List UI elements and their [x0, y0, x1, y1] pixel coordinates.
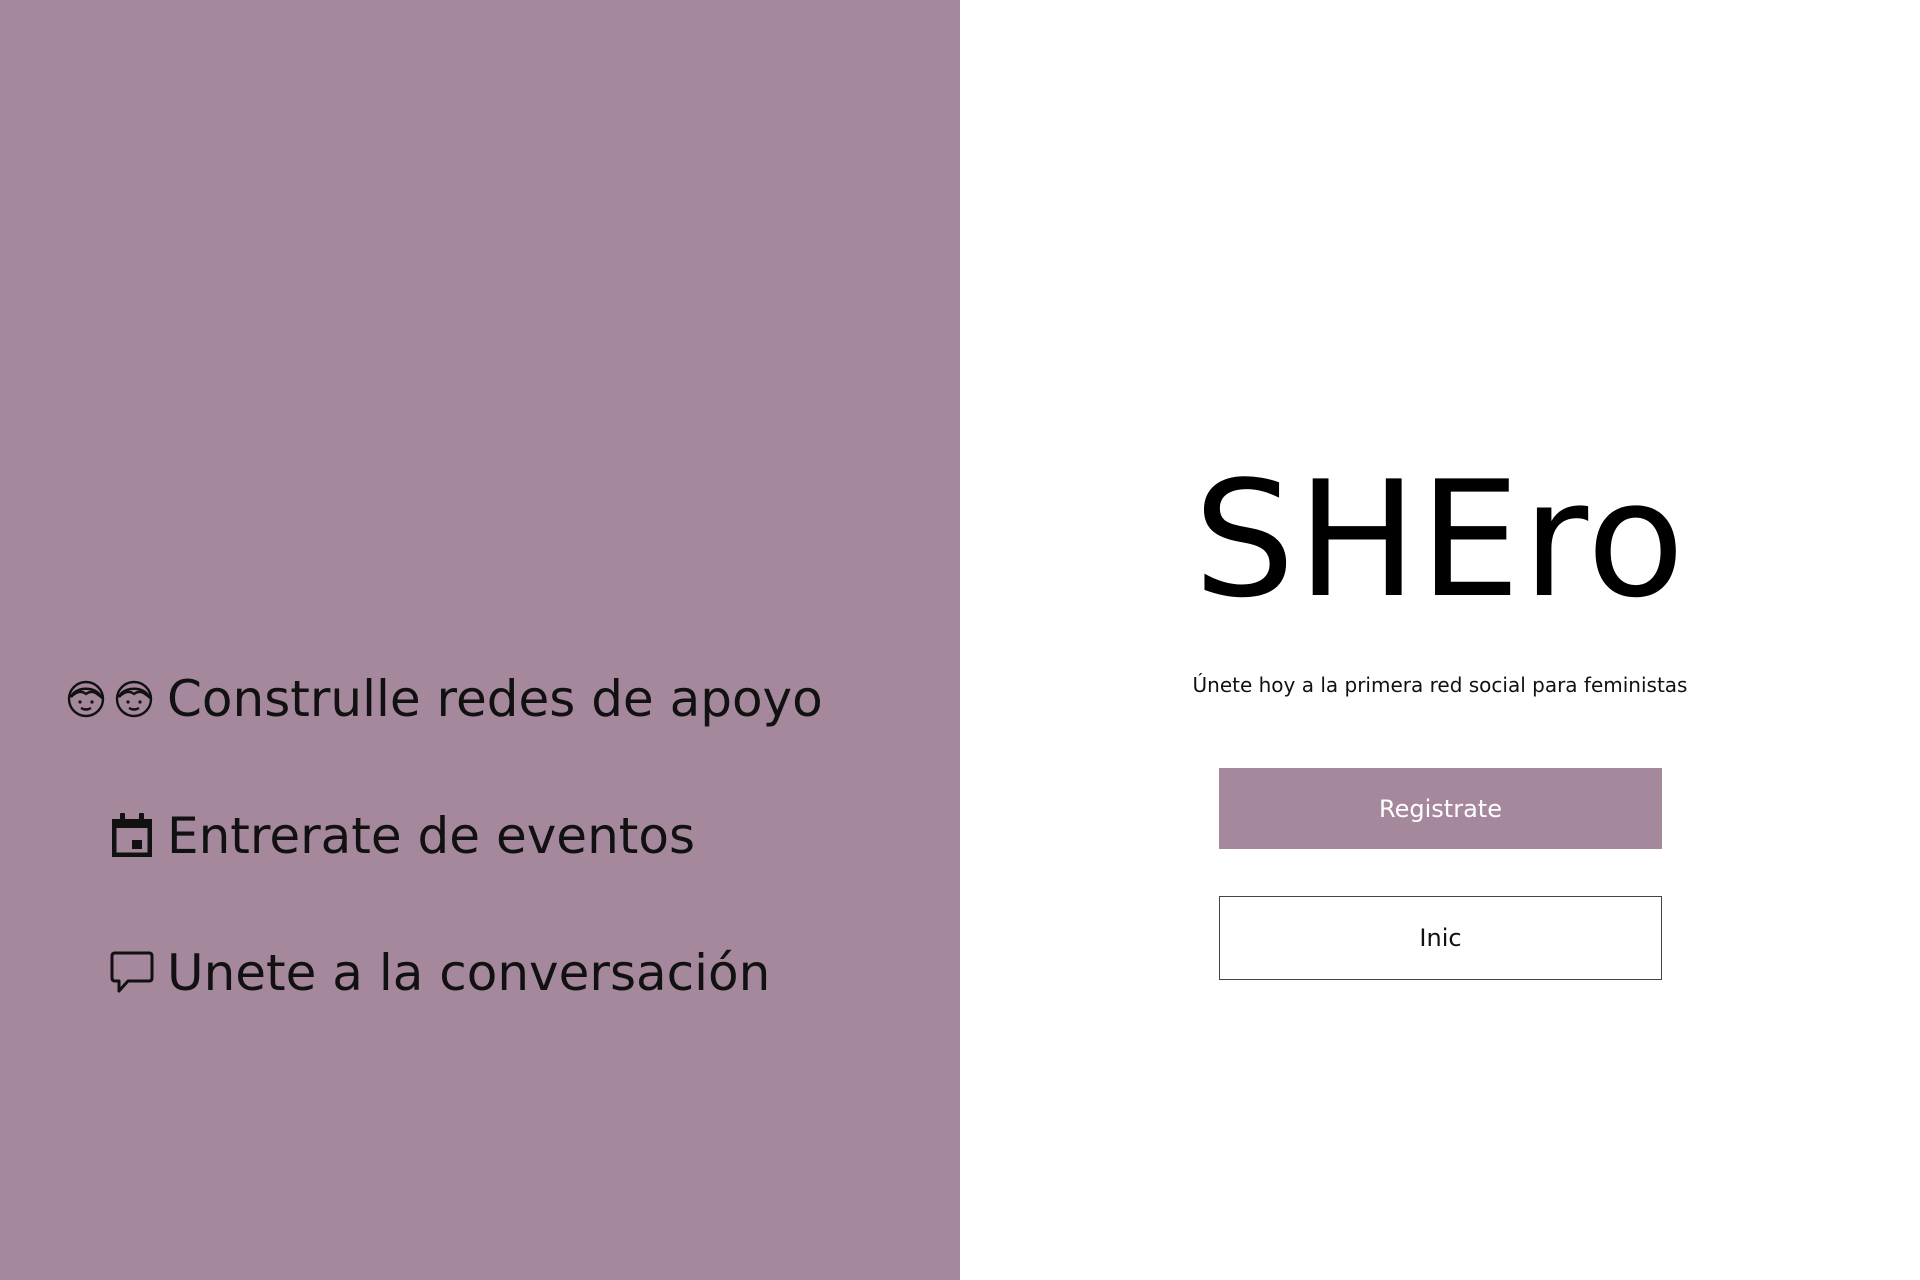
- signup-panel: SHEro Únete hoy a la primera red social …: [960, 0, 1920, 1280]
- landing-page: Construlle redes de apoyo Entrerate de e…: [0, 0, 1920, 1280]
- tagline: Únete hoy a la primera red social para f…: [1192, 673, 1688, 697]
- feature-label: Unete a la conversación: [167, 944, 771, 1002]
- face-icon: [115, 680, 153, 718]
- feature-item-events: Entrerate de eventos: [55, 801, 823, 871]
- register-button[interactable]: Registrate: [1219, 768, 1662, 849]
- brand-logo-text: SHEro: [1193, 446, 1687, 633]
- features-panel: Construlle redes de apoyo Entrerate de e…: [0, 0, 960, 1280]
- face-icon: [67, 680, 105, 718]
- feature-item-conversation: Unete a la conversación: [55, 938, 823, 1008]
- calendar-event-icon: [112, 813, 152, 857]
- chat-bubble-icon: [110, 951, 154, 993]
- feature-icons: [55, 812, 155, 860]
- feature-icons: [55, 949, 155, 997]
- feature-icons: [55, 678, 155, 720]
- login-button[interactable]: Inic: [1219, 896, 1662, 980]
- feature-list: Construlle redes de apoyo Entrerate de e…: [55, 664, 823, 1075]
- feature-label: Entrerate de eventos: [167, 807, 696, 865]
- feature-item-support-networks: Construlle redes de apoyo: [55, 664, 823, 734]
- feature-label: Construlle redes de apoyo: [167, 670, 823, 728]
